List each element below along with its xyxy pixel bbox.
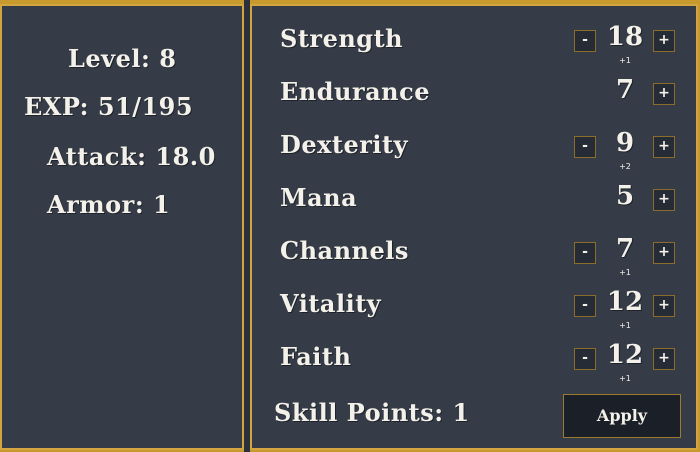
strength-increase-button[interactable]: + [653, 30, 675, 52]
endurance-increase-button[interactable]: + [653, 83, 675, 105]
stat-row-endurance: Endurance 7 + [252, 71, 696, 121]
stat-row-dexterity: Dexterity - 9 +2 + [252, 124, 696, 174]
attributes-panel: Strength - 18 +1 + Endurance 7 + Dexteri… [250, 4, 698, 450]
faith-decrease-button[interactable]: - [574, 348, 596, 370]
skill-points-text: Skill Points: 1 [274, 398, 470, 427]
stat-value: 7 [615, 234, 635, 264]
stat-row-channels: Channels - 7 +1 + [252, 230, 696, 280]
armor-text: Armor: 1 [47, 190, 171, 219]
level-text: Level: 8 [68, 44, 177, 73]
vitality-decrease-button[interactable]: - [574, 295, 596, 317]
stat-bonus: +1 [619, 56, 631, 65]
stat-row-mana: Mana 5 + [252, 177, 696, 227]
stat-row-faith: Faith - 12 +1 + [252, 336, 696, 386]
stat-value: 9 [615, 128, 635, 158]
mana-increase-button[interactable]: + [653, 189, 675, 211]
vitality-increase-button[interactable]: + [653, 295, 675, 317]
stat-label: Vitality [280, 289, 382, 318]
exp-text: EXP: 51/195 [24, 92, 194, 121]
stat-label: Mana [280, 183, 358, 212]
stat-bonus: +1 [619, 268, 631, 277]
dexterity-decrease-button[interactable]: - [574, 136, 596, 158]
character-stats-screen: Level: 8 EXP: 51/195 Attack: 18.0 Armor:… [0, 0, 700, 452]
dexterity-increase-button[interactable]: + [653, 136, 675, 158]
stat-label: Endurance [280, 77, 430, 106]
faith-increase-button[interactable]: + [653, 348, 675, 370]
attack-text: Attack: 18.0 [47, 142, 216, 171]
channels-increase-button[interactable]: + [653, 242, 675, 264]
stat-value: 7 [615, 75, 635, 105]
strength-decrease-button[interactable]: - [574, 30, 596, 52]
stat-value: 5 [615, 181, 635, 211]
stat-label: Faith [280, 342, 352, 371]
stat-bonus: +1 [619, 374, 631, 383]
stat-row-strength: Strength - 18 +1 + [252, 18, 696, 68]
stat-bonus: +1 [619, 321, 631, 330]
summary-panel: Level: 8 EXP: 51/195 Attack: 18.0 Armor:… [0, 4, 244, 450]
stat-label: Channels [280, 236, 409, 265]
apply-button[interactable]: Apply [563, 394, 681, 438]
stat-label: Dexterity [280, 130, 409, 159]
stat-row-vitality: Vitality - 12 +1 + [252, 283, 696, 333]
channels-decrease-button[interactable]: - [574, 242, 596, 264]
stat-bonus: +2 [619, 162, 631, 171]
stat-value: 12 [606, 287, 644, 317]
stat-value: 18 [606, 22, 644, 52]
stat-label: Strength [280, 24, 404, 53]
stat-value: 12 [606, 340, 644, 370]
